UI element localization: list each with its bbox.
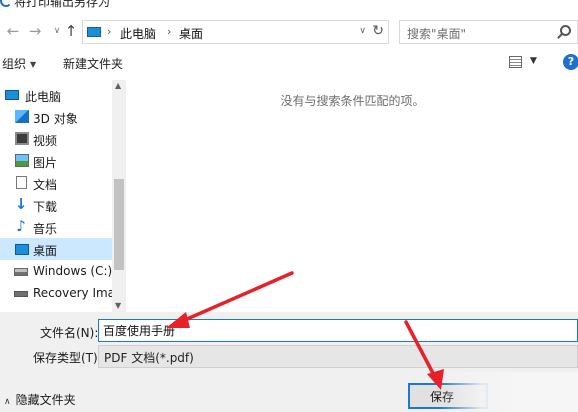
sidebar-item-label: 音乐 — [33, 222, 58, 236]
search-input[interactable]: 搜索"桌面" — [399, 20, 578, 44]
sidebar-item-downloads[interactable]: ↓ 下载 — [0, 194, 112, 216]
sidebar-item-desktop[interactable]: 桌面 — [0, 238, 112, 260]
computer-icon — [87, 27, 101, 37]
sidebar-item-label: Windows (C:) — [33, 264, 113, 278]
sidebar-item-label: 此电脑 — [25, 90, 62, 104]
desktop-icon — [15, 244, 29, 255]
breadcrumb-this-pc[interactable]: 此电脑 — [120, 25, 156, 42]
app-icon — [0, 0, 12, 7]
breadcrumb-separator[interactable]: › — [167, 25, 171, 38]
drive-icon — [14, 268, 28, 276]
breadcrumb-desktop[interactable]: 桌面 — [179, 25, 203, 42]
scrollbar-thumb[interactable] — [114, 179, 124, 270]
scroll-up-icon[interactable]: ▲ — [115, 81, 121, 90]
filetype-label: 保存类型(T): — [33, 351, 102, 365]
filetype-select[interactable]: PDF 文档(*.pdf) — [98, 345, 578, 368]
sidebar-item-label: 下载 — [33, 200, 58, 214]
window-title: 将打印输出另存为 — [14, 0, 111, 9]
caret-down-icon[interactable]: ▼ — [530, 56, 537, 66]
documents-icon — [16, 176, 27, 189]
filename-input[interactable] — [98, 319, 578, 342]
organize-label: 组织 — [2, 57, 27, 71]
sidebar-item-3d-objects[interactable]: 3D 对象 — [0, 106, 112, 128]
hide-folders-label: 隐藏文件夹 — [15, 393, 76, 407]
pictures-icon — [15, 154, 29, 167]
sidebar-item-label: 桌面 — [33, 244, 58, 258]
sidebar-item-pictures[interactable]: 图片 — [0, 150, 112, 172]
scroll-down-icon[interactable]: ▼ — [115, 301, 121, 310]
sidebar-item-recovery[interactable]: Recovery Imag — [0, 282, 123, 304]
sidebar-item-this-pc[interactable]: 此电脑 — [0, 84, 112, 106]
filename-label: 文件名(N): — [40, 326, 99, 340]
new-folder-button[interactable]: 新建文件夹 — [63, 55, 123, 72]
arrow-left-icon[interactable]: ← — [4, 22, 22, 40]
search-placeholder: 搜索"桌面" — [407, 27, 467, 41]
chevron-up-icon: ∧ — [4, 397, 11, 407]
file-list-pane[interactable]: 没有与搜索条件匹配的项。 — [127, 78, 578, 312]
navigation-scrollbar[interactable]: ▲ ▼ — [112, 80, 126, 312]
hide-folders-toggle[interactable]: ∧ 隐藏文件夹 — [4, 391, 76, 408]
computer-icon — [5, 90, 19, 100]
address-dropdown-icon[interactable]: ∨ — [359, 26, 366, 36]
sidebar-item-label: Recovery Imag — [33, 286, 123, 300]
sidebar-item-documents[interactable]: 文档 — [0, 172, 112, 194]
empty-results-message: 没有与搜索条件匹配的项。 — [280, 94, 425, 108]
help-icon[interactable]: ? — [563, 54, 578, 70]
navigation-pane: 此电脑 3D 对象 视频 图片 文档 ↓ 下载 ♪ 音乐 桌面 Windows … — [0, 80, 126, 312]
sidebar-item-music[interactable]: ♪ 音乐 — [0, 216, 112, 238]
sidebar-item-label: 图片 — [33, 156, 58, 170]
view-options-icon[interactable] — [509, 56, 522, 68]
blurred-region — [440, 372, 578, 412]
caret-down-icon: ▼ — [30, 60, 37, 69]
sidebar-item-label: 视频 — [33, 134, 58, 148]
sidebar-item-videos[interactable]: 视频 — [0, 128, 112, 150]
sidebar-item-label: 文档 — [33, 178, 58, 192]
organize-button[interactable]: 组织 ▼ — [2, 55, 36, 72]
address-bar[interactable]: › 此电脑 › 桌面 ∨ ↻ — [82, 20, 389, 44]
music-icon: ♪ — [16, 217, 26, 235]
download-icon: ↓ — [14, 195, 28, 213]
sidebar-item-windows-c[interactable]: Windows (C:) — [0, 260, 112, 282]
sidebar-item-label: 3D 对象 — [33, 112, 78, 126]
breadcrumb-separator[interactable]: › — [107, 25, 111, 38]
video-icon — [15, 132, 29, 145]
toolbar: 组织 ▼ 新建文件夹 ▼ ? — [0, 50, 578, 76]
3d-objects-icon — [15, 110, 29, 123]
drive-icon — [14, 291, 28, 297]
search-icon[interactable] — [560, 25, 571, 36]
address-row: ← → ∨ ↑ › 此电脑 › 桌面 ∨ ↻ 搜索"桌面" — [0, 16, 578, 48]
arrow-up-icon[interactable]: ↑ — [62, 22, 80, 40]
save-form: 文件名(N): 保存类型(T): PDF 文档(*.pdf) ∧隐藏文件夹 保存 — [0, 312, 578, 412]
title-bar: 将打印输出另存为 — [0, 0, 578, 11]
refresh-icon[interactable]: ↻ — [372, 23, 384, 39]
arrow-right-icon[interactable]: → — [26, 22, 44, 40]
